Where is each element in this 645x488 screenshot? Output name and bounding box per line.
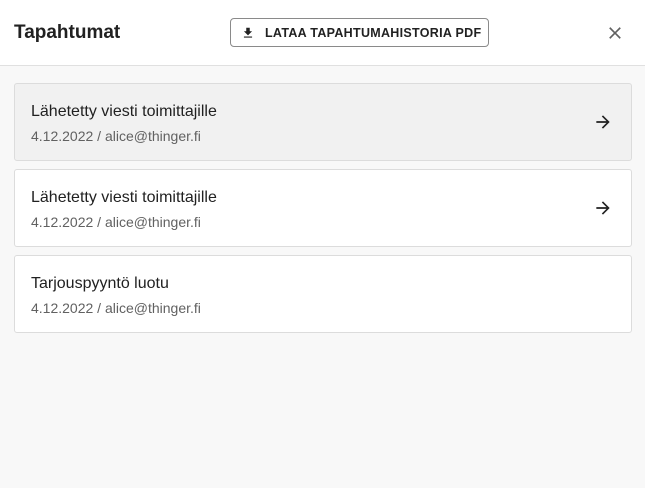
close-icon — [609, 27, 621, 39]
event-card: Tarjouspyyntö luotu 4.12.2022 / alice@th… — [14, 255, 632, 333]
event-meta: 4.12.2022 / alice@thinger.fi — [31, 300, 201, 316]
download-icon — [241, 26, 255, 40]
arrow-right-icon[interactable] — [593, 112, 613, 132]
event-title: Tarjouspyyntö luotu — [31, 275, 169, 292]
arrow-right-icon[interactable] — [593, 198, 613, 218]
event-card[interactable]: Lähetetty viesti toimittajille 4.12.2022… — [14, 83, 632, 161]
event-meta: 4.12.2022 / alice@thinger.fi — [31, 128, 201, 144]
event-title: Lähetetty viesti toimittajille — [31, 103, 217, 120]
event-title: Lähetetty viesti toimittajille — [31, 189, 217, 206]
event-card[interactable]: Lähetetty viesti toimittajille 4.12.2022… — [14, 169, 632, 247]
close-button[interactable] — [604, 22, 626, 44]
dialog-header: Tapahtumat LATAA TAPAHTUMAHISTORIA PDF — [0, 0, 645, 66]
download-pdf-label: LATAA TAPAHTUMAHISTORIA PDF — [265, 25, 482, 40]
event-list: Lähetetty viesti toimittajille 4.12.2022… — [14, 83, 632, 341]
event-meta: 4.12.2022 / alice@thinger.fi — [31, 214, 201, 230]
download-pdf-button[interactable]: LATAA TAPAHTUMAHISTORIA PDF — [230, 18, 489, 47]
dialog-title: Tapahtumat — [14, 22, 121, 43]
